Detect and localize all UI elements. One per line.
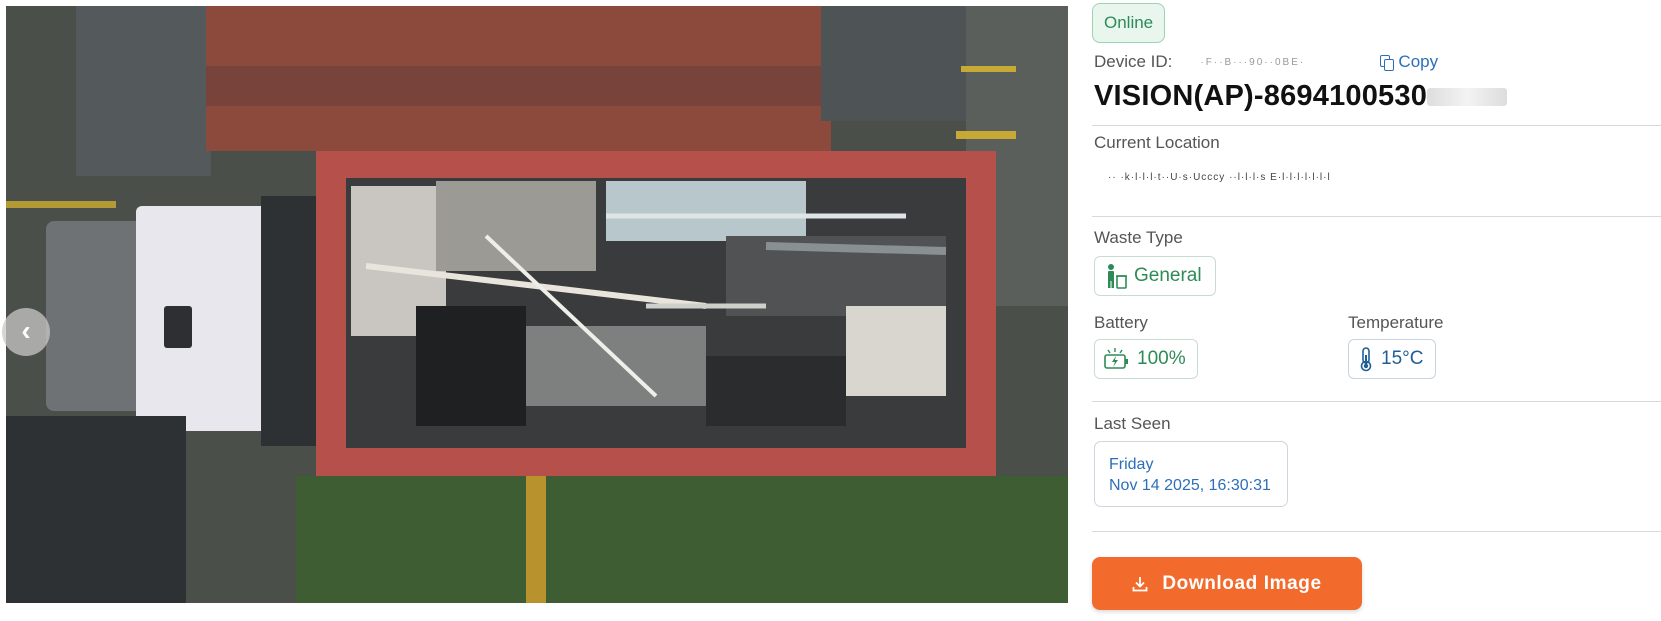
waste-type-label: Waste Type: [1094, 228, 1183, 247]
battery-value: 100%: [1137, 348, 1186, 369]
temperature-chip: 15°C: [1348, 339, 1436, 379]
person-bin-icon: [1108, 264, 1127, 289]
download-label: Download Image: [1162, 572, 1322, 594]
device-name: VISION(AP)-8694100530: [1094, 80, 1508, 113]
chevron-left-icon: ‹: [21, 314, 31, 346]
copy-label: Copy: [1398, 52, 1439, 71]
download-image-button[interactable]: Download Image: [1092, 557, 1362, 610]
copy-button[interactable]: Copy: [1380, 52, 1438, 72]
waste-type-chip: General: [1094, 256, 1216, 296]
thermometer-icon: [1360, 347, 1372, 372]
battery-charging-icon: [1104, 348, 1128, 369]
device-id-label: Device ID:: [1094, 52, 1173, 71]
divider: [1092, 531, 1661, 532]
device-name-text: VISION(AP)-8694100530: [1094, 80, 1428, 112]
copy-icon: [1380, 55, 1395, 71]
bin-camera-image-drawing: [6, 6, 1068, 603]
divider: [1092, 125, 1661, 126]
bin-camera-image: [6, 6, 1068, 603]
last-seen-box: Friday Nov 14 2025, 16:30:31: [1094, 441, 1288, 507]
previous-image-button[interactable]: ‹: [2, 308, 50, 356]
current-location-value: ·· ·k·l·l·l·t··U·s·Ucccy ··l·l·l·s E·l·l…: [1108, 172, 1331, 183]
divider: [1092, 401, 1661, 402]
divider: [1092, 216, 1661, 217]
temperature-label: Temperature: [1348, 313, 1444, 332]
current-location-label: Current Location: [1094, 133, 1220, 152]
status-badge: Online: [1092, 3, 1166, 43]
last-seen-datetime: Nov 14 2025, 16:30:31: [1109, 477, 1271, 494]
waste-type-value: General: [1134, 265, 1202, 286]
device-id-value: ·F··B···90··0BE·: [1200, 56, 1306, 68]
battery-chip: 100%: [1094, 339, 1198, 379]
last-seen-label: Last Seen: [1094, 414, 1171, 433]
redacted-patch: [1427, 88, 1508, 107]
temperature-value: 15°C: [1381, 348, 1424, 369]
device-id-row: Device ID: ·F··B···90··0BE· Copy: [1094, 52, 1438, 72]
download-icon: [1132, 576, 1148, 591]
battery-label: Battery: [1094, 313, 1148, 332]
device-info-panel: Online Device ID: ·F··B···90··0BE· Copy …: [1090, 0, 1661, 621]
last-seen-day: Friday: [1109, 456, 1154, 473]
